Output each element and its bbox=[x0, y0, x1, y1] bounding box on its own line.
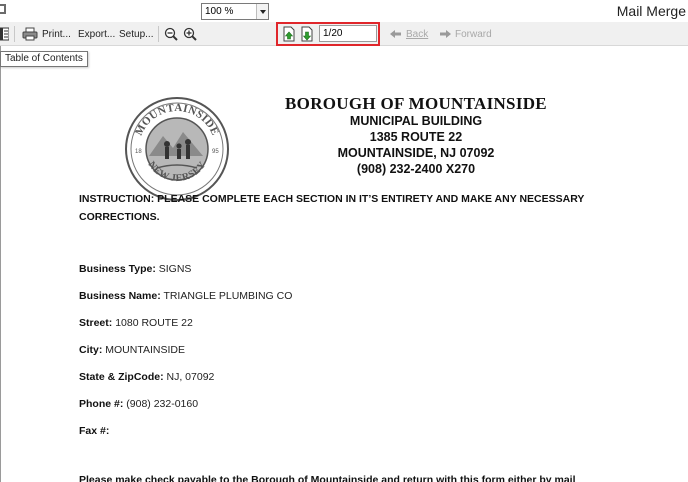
highlight-box bbox=[276, 22, 380, 46]
document-page: MOUNTAINSIDE NEW JERSEY 18 95 BOROUGH OF… bbox=[0, 46, 688, 482]
phone-line: (908) 232-2400 X270 bbox=[356, 162, 476, 176]
field-value: NJ, 07092 bbox=[166, 371, 215, 383]
field-business-name: Business Name: TRIANGLE PLUMBING CO bbox=[79, 290, 292, 302]
borough-name-heading: BOROUGH OF MOUNTAINSIDE bbox=[285, 94, 547, 113]
field-state-zip: State & ZipCode: NJ, 07092 bbox=[79, 371, 214, 383]
field-label: Street: bbox=[79, 317, 113, 329]
zoom-select[interactable]: 100 % bbox=[201, 3, 269, 20]
toolbar-separator bbox=[158, 26, 159, 42]
seal-year-right: 95 bbox=[212, 149, 219, 155]
field-value: 1080 ROUTE 22 bbox=[115, 317, 193, 329]
setup-button[interactable]: Setup... bbox=[119, 25, 153, 43]
payment-instruction-text: Please make check payable to the Borough… bbox=[79, 474, 576, 482]
table-of-contents-icon bbox=[0, 27, 9, 41]
setup-label: Setup... bbox=[119, 28, 154, 40]
print-label: Print... bbox=[42, 28, 71, 40]
field-label: State & ZipCode: bbox=[79, 371, 164, 383]
back-arrow-icon bbox=[390, 30, 401, 38]
window-title: Mail Merge bbox=[616, 3, 686, 19]
printer-icon bbox=[22, 27, 38, 41]
field-label: Phone #: bbox=[79, 398, 124, 410]
table-of-contents-button[interactable] bbox=[0, 25, 9, 43]
field-value: TRIANGLE PLUMBING CO bbox=[163, 290, 293, 302]
municipal-building-line: MUNICIPAL BUILDING bbox=[349, 114, 483, 128]
back-button[interactable]: Back bbox=[390, 25, 428, 43]
print-button[interactable]: Print... bbox=[22, 25, 71, 43]
field-value: (908) 232-0160 bbox=[126, 398, 199, 410]
field-value: MOUNTAINSIDE bbox=[105, 344, 185, 356]
field-label: Business Name: bbox=[79, 290, 161, 302]
borough-seal-logo: MOUNTAINSIDE NEW JERSEY 18 95 bbox=[125, 97, 229, 201]
title-bar: Mail Merge bbox=[0, 0, 688, 22]
address-city-line: MOUNTAINSIDE, NJ 07092 bbox=[337, 146, 495, 160]
app-icon bbox=[0, 2, 6, 16]
instruction-text: INSTRUCTION: PLEASE COMPLETE EACH SECTIO… bbox=[79, 193, 585, 223]
field-fax: Fax #: bbox=[79, 425, 109, 437]
zoom-out-icon bbox=[164, 27, 178, 41]
zoom-out-button[interactable] bbox=[164, 25, 178, 43]
mail-merge-window: Mail Merge Print... Export... Setup... 1… bbox=[0, 0, 688, 482]
field-phone: Phone #: (908) 232-0160 bbox=[79, 398, 198, 410]
export-button[interactable]: Export... bbox=[78, 25, 115, 43]
field-business-type: Business Type: SIGNS bbox=[79, 263, 191, 275]
forward-arrow-icon bbox=[440, 30, 451, 38]
export-label: Export... bbox=[78, 28, 116, 40]
forward-button[interactable]: Forward bbox=[439, 25, 492, 43]
forward-label: Forward bbox=[455, 28, 492, 40]
table-of-contents-tooltip: Table of Contents bbox=[0, 51, 88, 67]
field-value: SIGNS bbox=[158, 263, 192, 275]
zoom-value: 100 % bbox=[205, 6, 234, 17]
chevron-down-icon[interactable] bbox=[256, 4, 268, 19]
field-city: City: MOUNTAINSIDE bbox=[79, 344, 185, 356]
address-street-line: 1385 ROUTE 22 bbox=[369, 130, 463, 144]
zoom-in-icon bbox=[183, 27, 197, 41]
field-label: City: bbox=[79, 344, 103, 356]
back-label: Back bbox=[406, 28, 429, 40]
field-street: Street: 1080 ROUTE 22 bbox=[79, 317, 193, 329]
field-label: Business Type: bbox=[79, 263, 156, 275]
toolbar-separator bbox=[14, 26, 15, 42]
zoom-in-button[interactable] bbox=[183, 25, 197, 43]
field-label: Fax #: bbox=[79, 425, 110, 437]
seal-year-left: 18 bbox=[135, 149, 142, 155]
